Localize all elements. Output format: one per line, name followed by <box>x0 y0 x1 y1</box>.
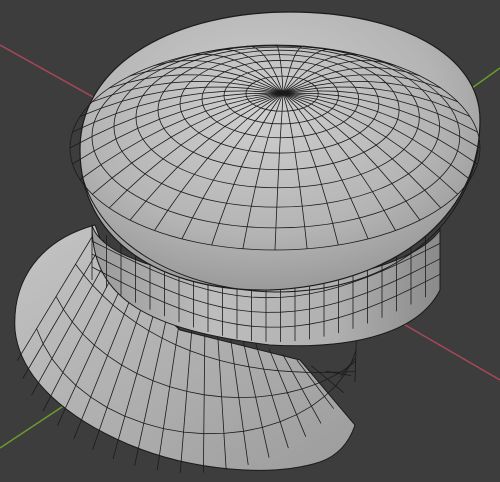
cap-mesh[interactable] <box>14 11 481 473</box>
axis-x-line-lower <box>399 321 500 381</box>
crown-pole <box>280 90 286 96</box>
3d-viewport[interactable] <box>0 0 500 482</box>
viewport-canvas[interactable] <box>0 0 500 482</box>
